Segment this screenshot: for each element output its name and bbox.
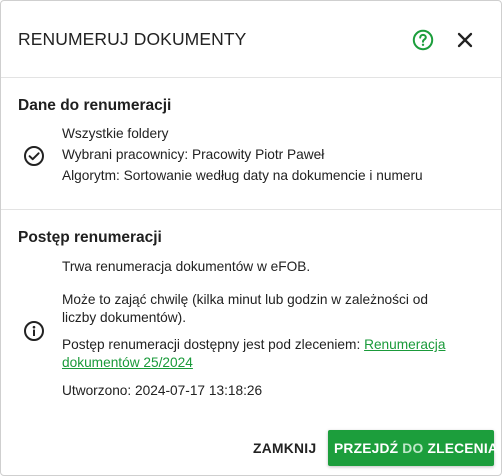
progress-available-text: Postęp renumeracji dostępny jest pod zle… (62, 337, 365, 352)
go-to-order-label-mid: DO (402, 440, 424, 456)
progress-title: Postęp renumeracji (18, 229, 162, 246)
param-employees: Wybrani pracownicy: Pracowity Piotr Pawe… (62, 147, 325, 162)
dialog-footer: ZAMKNIJ PRZEJDŹ DO ZLECENIA (1, 426, 501, 475)
dialog-title: RENUMERUJ DOKUMENTY (18, 29, 247, 49)
close-icon[interactable] (453, 28, 477, 52)
dialog-header: RENUMERUJ DOKUMENTY (1, 1, 501, 78)
go-to-order-label-pre: PRZEJDŹ (334, 440, 403, 456)
go-to-order-button[interactable]: PRZEJDŹ DO ZLECENIA (328, 430, 498, 466)
renumber-dialog: RENUMERUJ DOKUMENTY Dane do renumeracji … (0, 0, 502, 476)
progress-status: Trwa renumeracja dokumentów w eFOB. (62, 259, 311, 274)
check-circle-icon (23, 145, 45, 167)
param-algorithm: Algorytm: Sortowanie według daty na doku… (62, 168, 423, 183)
progress-available: Postęp renumeracji dostępny jest pod zle… (62, 336, 472, 372)
param-folders: Wszystkie foldery (62, 126, 169, 141)
params-title: Dane do renumeracji (18, 97, 172, 114)
help-icon[interactable] (411, 28, 435, 52)
close-button[interactable]: ZAMKNIJ (246, 430, 323, 466)
info-circle-icon (23, 320, 45, 342)
progress-note: Może to zająć chwilę (kilka minut lub go… (62, 292, 428, 325)
renumber-progress-section: Postęp renumeracji Trwa renumeracja doku… (1, 210, 501, 426)
created-timestamp: Utworzono: 2024-07-17 13:18:26 (62, 383, 263, 398)
go-to-order-label-post: ZLECENIA (423, 440, 499, 456)
renumber-params-section: Dane do renumeracji Wszystkie foldery Wy… (1, 78, 501, 210)
